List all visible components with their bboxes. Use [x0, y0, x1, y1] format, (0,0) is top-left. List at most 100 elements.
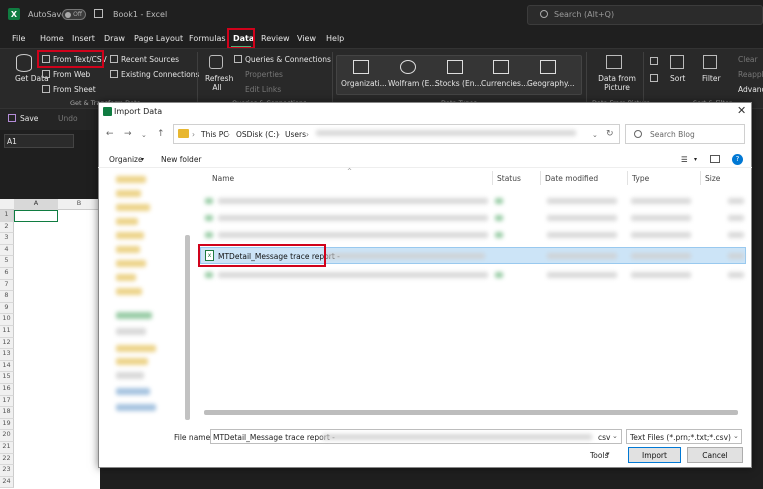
tab-page-layout[interactable]: Page Layout [134, 34, 183, 43]
forward-arrow-icon[interactable]: → [124, 129, 132, 139]
close-icon[interactable]: ✕ [737, 104, 746, 117]
datatype-wolfram[interactable]: Wolfram (E... [388, 79, 436, 88]
nav-pane-item[interactable] [116, 345, 156, 352]
tab-help[interactable]: Help [326, 34, 344, 43]
nav-pane-item[interactable] [116, 358, 148, 365]
undo-button[interactable]: Undo [58, 114, 78, 123]
row-header[interactable]: 14 [0, 360, 14, 373]
row-header[interactable]: 23 [0, 465, 14, 477]
nav-pane-item[interactable] [116, 176, 146, 183]
nav-pane-item[interactable] [116, 204, 150, 211]
view-options-icon[interactable]: ☰ [681, 155, 688, 164]
row-header[interactable]: 9 [0, 302, 14, 315]
row-header[interactable]: 1 [0, 210, 14, 222]
save-icon[interactable] [94, 9, 103, 18]
nav-pane-item[interactable] [116, 246, 140, 253]
column-size[interactable]: Size [705, 174, 720, 183]
new-folder-button[interactable]: New folder [161, 155, 202, 164]
organize-button[interactable]: Organize [109, 155, 143, 164]
tab-view[interactable]: View [297, 34, 316, 43]
datatype-organization[interactable]: Organizati... [341, 79, 387, 88]
column-header-a[interactable]: A [14, 199, 58, 210]
row-header[interactable]: 19 [0, 418, 14, 431]
queries-connections-button[interactable]: Queries & Connections [245, 55, 331, 64]
nav-pane-item[interactable] [116, 372, 144, 379]
chevron-down-icon[interactable]: ▾ [694, 156, 697, 163]
row-header[interactable]: 20 [0, 430, 14, 442]
edit-links-button[interactable]: Edit Links [245, 85, 281, 94]
nav-pane-item[interactable] [116, 190, 141, 197]
tab-file[interactable]: File [12, 34, 25, 43]
row-header[interactable]: 12 [0, 337, 14, 350]
nav-pane-item[interactable] [116, 404, 156, 411]
refresh-all-button[interactable]: Refresh All [205, 74, 233, 92]
row-header[interactable]: 4 [0, 244, 14, 257]
column-type[interactable]: Type [632, 174, 649, 183]
reapply-button[interactable]: Reapply [738, 70, 763, 79]
nav-pane-item[interactable] [116, 260, 146, 267]
nav-pane-item[interactable] [116, 328, 146, 335]
row-header[interactable]: 5 [0, 256, 14, 268]
datatype-geography[interactable]: Geography... [527, 79, 575, 88]
row-header[interactable]: 11 [0, 326, 14, 338]
tab-review[interactable]: Review [261, 34, 290, 43]
save-button[interactable]: Save [20, 114, 38, 123]
nav-pane-scrollbar[interactable] [185, 235, 190, 420]
nav-pane-item[interactable] [116, 388, 150, 395]
column-name[interactable]: Name [212, 174, 234, 183]
refresh-icon[interactable]: ↻ [606, 129, 614, 139]
tab-home[interactable]: Home [40, 34, 64, 43]
autosave-toggle[interactable]: Off [62, 9, 86, 20]
data-from-picture-button[interactable]: Data from Picture [598, 74, 636, 92]
breadcrumb-this-pc[interactable]: This PC [201, 130, 228, 139]
cancel-button[interactable]: Cancel [687, 447, 743, 463]
help-icon[interactable]: ? [732, 154, 743, 165]
sort-button[interactable]: Sort [670, 74, 685, 83]
row-header[interactable]: 21 [0, 442, 14, 454]
sort-za-icon[interactable] [650, 74, 658, 82]
filter-button[interactable]: Filter [702, 74, 721, 83]
nav-pane-item[interactable] [116, 288, 142, 295]
tab-formulas[interactable]: Formulas [189, 34, 226, 43]
existing-connections-button[interactable]: Existing Connections [121, 70, 199, 79]
chevron-down-icon[interactable]: ⌄ [141, 131, 147, 139]
breadcrumb-users[interactable]: Users [285, 130, 306, 139]
breadcrumb-osdisk[interactable]: OSDisk (C:) [236, 130, 279, 139]
recent-sources-button[interactable]: Recent Sources [121, 55, 179, 64]
datatype-currencies[interactable]: Currencies... [481, 79, 528, 88]
from-sheet-button[interactable]: From Sheet [53, 85, 96, 94]
row-header[interactable]: 10 [0, 314, 14, 326]
row-header[interactable]: 18 [0, 407, 14, 419]
advanced-button[interactable]: Advanced [738, 85, 763, 94]
row-header[interactable]: 8 [0, 291, 14, 303]
horizontal-scrollbar[interactable] [204, 410, 738, 415]
worksheet-grid[interactable] [0, 199, 100, 489]
row-header[interactable]: 7 [0, 279, 14, 292]
row-header[interactable]: 13 [0, 349, 14, 361]
row-header[interactable]: 16 [0, 384, 14, 396]
row-header[interactable]: 17 [0, 395, 14, 408]
properties-button[interactable]: Properties [245, 70, 283, 79]
tab-draw[interactable]: Draw [104, 34, 125, 43]
preview-pane-icon[interactable] [710, 155, 720, 163]
row-header[interactable]: 3 [0, 233, 14, 245]
chevron-down-icon[interactable]: ⌄ [592, 131, 598, 139]
datatype-stocks[interactable]: Stocks (En... [435, 79, 482, 88]
row-header[interactable]: 15 [0, 372, 14, 384]
clear-button[interactable]: Clear [738, 55, 758, 64]
active-cell-a1[interactable] [14, 210, 58, 222]
nav-pane-item[interactable] [116, 218, 138, 225]
back-arrow-icon[interactable]: ← [106, 129, 114, 139]
import-button[interactable]: Import [628, 447, 681, 463]
nav-pane-item[interactable] [116, 274, 136, 281]
up-arrow-icon[interactable]: ↑ [157, 129, 165, 139]
row-header[interactable]: 6 [0, 268, 14, 280]
column-header-b[interactable]: B [58, 199, 100, 210]
sort-az-icon[interactable] [650, 57, 658, 65]
column-date-modified[interactable]: Date modified [545, 174, 598, 183]
column-status[interactable]: Status [497, 174, 521, 183]
nav-pane-item[interactable] [116, 232, 144, 239]
row-header[interactable]: 2 [0, 221, 14, 234]
row-header[interactable]: 22 [0, 453, 14, 466]
from-web-button[interactable]: From Web [53, 70, 90, 79]
